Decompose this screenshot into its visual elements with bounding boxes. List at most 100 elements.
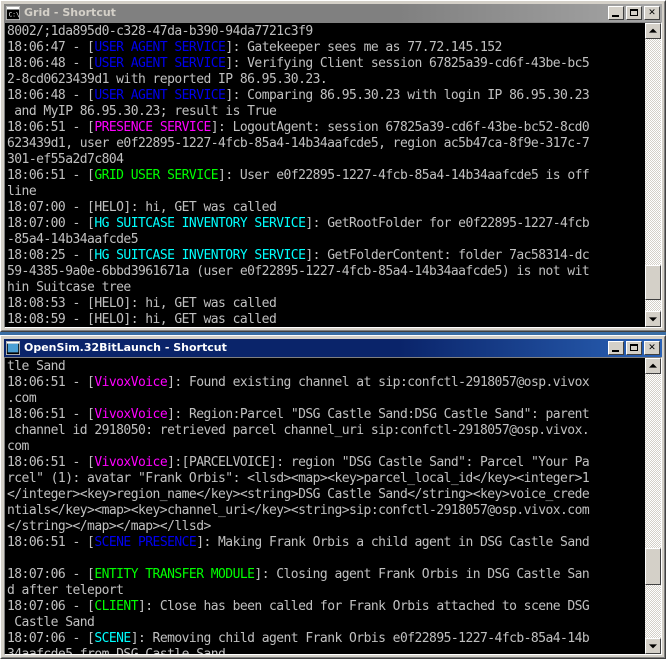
titlebar-grid[interactable]: C:\ Grid - Shortcut ✕ — [4, 4, 662, 22]
console-text-run: ]: GetRootFolder for e0f22895-1227-4fcb — [305, 216, 590, 231]
console-text-run: 34aafcde5 from DSG Castle Sand — [7, 647, 226, 654]
scrollbar-track[interactable] — [645, 374, 661, 638]
maximize-button[interactable] — [626, 341, 642, 355]
window-opensim[interactable]: OpenSim.32BitLaunch - Shortcut ✕ tle San… — [0, 335, 666, 659]
console-text-run: ]: Closing agent Frank Orbis in DSG Cast… — [254, 567, 590, 582]
console-text-run: 18:06:48 - [ — [7, 88, 95, 103]
console-line: 18:08:59 - [HELO]: hi, GET was called — [7, 312, 645, 327]
console-text-run: ]: Gatekeeper sees me as 77.72.145.152 — [225, 40, 502, 55]
console-text-run: 18:07:00 - [HELO]: hi, GET was called — [7, 200, 277, 215]
console-text-run: 18:06:51 - [ — [7, 375, 95, 390]
console-line: 18:07:00 - [HG SUITCASE INVENTORY SERVIC… — [7, 216, 645, 232]
console-text-run: 623439d1, user e0f22895-1227-4fcb-85a4-1… — [7, 136, 590, 151]
minimize-button[interactable] — [608, 341, 624, 355]
scroll-up-arrow-icon[interactable] — [645, 23, 661, 39]
window-title-opensim: OpenSim.32BitLaunch - Shortcut — [24, 341, 227, 354]
console-text-run: 18:06:51 - [ — [7, 168, 95, 183]
scroll-down-arrow-icon[interactable] — [645, 311, 661, 327]
console-text-run: 18:08:59 - [HELO]: hi, GET was called — [7, 312, 277, 327]
console-text-run: 18:07:06 - [ — [7, 599, 95, 614]
console-output-opensim[interactable]: tle Sand 18:06:51 - [VivoxVoice]: Found e… — [5, 358, 645, 654]
console-line: 8002/;1da895d0-c328-47da-b390-94da7721c3… — [7, 24, 645, 40]
console-text-run: SCENE PRESENCE — [94, 535, 197, 550]
close-button[interactable]: ✕ — [644, 341, 660, 355]
console-text-run: USER AGENT SERVICE — [94, 88, 226, 103]
console-text-run: .com — [7, 391, 37, 406]
titlebar-opensim[interactable]: OpenSim.32BitLaunch - Shortcut ✕ — [4, 339, 662, 357]
minimize-button[interactable] — [608, 6, 624, 20]
console-text-run: 59-4385-9a0e-6bbd3961671a (user e0f22895… — [7, 264, 590, 279]
console-line: 18:08:25 - [HG SUITCASE INVENTORY SERVIC… — [7, 248, 645, 264]
console-output-grid[interactable]: 8002/;1da895d0-c328-47da-b390-94da7721c3… — [5, 23, 645, 327]
console-text-run: 301-ef55a2d7c804 — [7, 152, 124, 167]
svg-text:C:\: C:\ — [9, 12, 20, 19]
console-text-run: ENTITY TRANSFER MODULE — [94, 567, 255, 582]
console-text-run: USER AGENT SERVICE — [94, 40, 226, 55]
console-line: 18:07:06 - [ENTITY TRANSFER MODULE]: Clo… — [7, 567, 645, 583]
console-area-grid: 8002/;1da895d0-c328-47da-b390-94da7721c3… — [4, 22, 662, 328]
window-controls-opensim: ✕ — [608, 341, 660, 355]
console-line: 301-ef55a2d7c804 — [7, 152, 645, 168]
close-button[interactable]: ✕ — [644, 6, 660, 20]
console-text-run: 18:08:25 - [ — [7, 248, 95, 263]
console-text-run: HG SUITCASE INVENTORY SERVICE — [94, 216, 306, 231]
console-line: ntials</key><map><key>channel_uri</key><… — [7, 503, 645, 519]
console-line: </integer><key>region_name</key><string>… — [7, 487, 645, 503]
console-text-run: CLIENT — [94, 599, 138, 614]
console-text-run: hin Suitcase tree — [7, 280, 131, 295]
window-grid-frame: C:\ Grid - Shortcut ✕ 8002/;1da895d0-c32… — [1, 1, 665, 331]
scrollbar-opensim[interactable] — [645, 358, 661, 654]
maximize-button[interactable] — [626, 6, 642, 20]
console-line: hin Suitcase tree — [7, 280, 645, 296]
scroll-down-arrow-icon[interactable] — [645, 638, 661, 654]
console-line: 34aafcde5 from DSG Castle Sand — [7, 647, 645, 654]
window-controls-grid: ✕ — [608, 6, 660, 20]
console-text-run: 18:06:51 - [ — [7, 407, 95, 422]
desktop-background: C:\ Grid - Shortcut ✕ 8002/;1da895d0-c32… — [0, 0, 666, 659]
console-line: 18:06:51 - [PRESENCE SERVICE]: LogoutAge… — [7, 120, 645, 136]
console-line: channel id 2918050: retrieved parcel cha… — [7, 423, 645, 439]
window-grid[interactable]: C:\ Grid - Shortcut ✕ 8002/;1da895d0-c32… — [0, 0, 666, 332]
console-icon — [6, 341, 20, 355]
console-text-run: 18:08:53 - [HELO]: hi, GET was called — [7, 296, 277, 311]
console-text-run: VivoxVoice — [94, 407, 168, 422]
window-opensim-frame: OpenSim.32BitLaunch - Shortcut ✕ tle San… — [1, 336, 665, 658]
scrollbar-track[interactable] — [645, 39, 661, 311]
console-line: 18:06:51 - [VivoxVoice]: Region:Parcel "… — [7, 407, 645, 423]
scroll-up-arrow-icon[interactable] — [645, 358, 661, 374]
console-line: com — [7, 439, 645, 455]
console-line: 18:07:06 - [CLIENT]: Close has been call… — [7, 599, 645, 615]
console-line: Castle Sand — [7, 615, 645, 631]
console-text-run: 8002/;1da895d0-c328-47da-b390-94da7721c3… — [7, 24, 313, 39]
scrollbar-thumb[interactable] — [645, 264, 661, 301]
console-line: rcel" (1): avatar "Frank Orbis": <llsd><… — [7, 471, 645, 487]
console-text-run: ]: Verifying Client session 67825a39-cd6… — [225, 56, 590, 71]
console-text-run: </integer><key>region_name</key><string>… — [7, 487, 590, 502]
console-text-run: ]: LogoutAgent: session 67825a39-cd6f-43… — [210, 120, 590, 135]
console-text-run: line — [7, 184, 37, 199]
console-line: 18:06:51 - [GRID USER SERVICE]: User e0f… — [7, 168, 645, 184]
console-text-run: 18:06:48 - [ — [7, 56, 95, 71]
console-text-run: HG SUITCASE INVENTORY SERVICE — [94, 248, 306, 263]
console-text-run: USER AGENT SERVICE — [94, 56, 226, 71]
console-line: 18:06:51 - [VivoxVoice]:[PARCELVOICE]: r… — [7, 455, 645, 471]
console-icon: C:\ — [6, 6, 20, 20]
console-line: d after teleport — [7, 583, 645, 599]
console-area-opensim: tle Sand 18:06:51 - [VivoxVoice]: Found e… — [4, 357, 662, 655]
console-text-run: ]: User e0f22895-1227-4fcb-85a4-14b34aaf… — [218, 168, 590, 183]
scrollbar-thumb[interactable] — [645, 548, 661, 586]
scrollbar-grid[interactable] — [645, 23, 661, 327]
console-text-run: 2-8cd0623439d1 with reported IP 86.95.30… — [7, 72, 328, 87]
console-text-run: Castle Sand — [7, 615, 95, 630]
console-line: 18:07:00 - [HELO]: hi, GET was called — [7, 200, 645, 216]
console-text-run: com — [7, 439, 29, 454]
console-line: 18:07:06 - [SCENE]: Removing child agent… — [7, 631, 645, 647]
console-text-run: 18:07:06 - [ — [7, 631, 95, 646]
console-line: -85a4-14b34aafcde5 — [7, 232, 645, 248]
console-line: 18:06:51 - [VivoxVoice]: Found existing … — [7, 375, 645, 391]
console-line: 18:06:47 - [USER AGENT SERVICE]: Gatekee… — [7, 40, 645, 56]
console-text-run: 18:06:47 - [ — [7, 40, 95, 55]
console-text-run: VivoxVoice — [94, 375, 168, 390]
console-text-run: 18:07:06 - [ — [7, 567, 95, 582]
